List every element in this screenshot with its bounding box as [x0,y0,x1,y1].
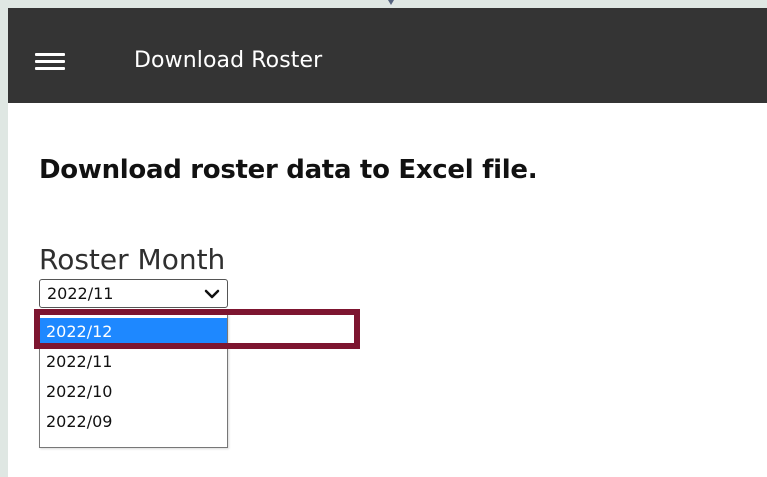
menu-line-top [35,53,65,56]
app-title: Download Roster [134,48,323,73]
dropdown-option-2022-10[interactable]: 2022/10 [40,378,227,406]
menu-line-bottom [35,67,65,70]
app-window: Download Roster Download roster data to … [8,8,767,477]
page-heading: Download roster data to Excel file. [39,155,538,185]
roster-month-label: Roster Month [39,243,226,276]
hamburger-menu-icon[interactable] [35,53,65,71]
top-marker-icon [388,0,394,5]
dropdown-option-2022-09[interactable]: 2022/09 [40,408,227,436]
selected-month-value: 2022/11 [47,284,114,303]
chevron-down-icon [204,289,220,299]
dropdown-option-2022-11[interactable]: 2022/11 [40,348,227,376]
menu-line-middle [35,60,65,63]
roster-month-select[interactable]: 2022/11 [39,279,228,308]
month-dropdown-list[interactable]: 2022/12 2022/11 2022/10 2022/09 [39,314,228,448]
app-bar: Download Roster [8,8,767,103]
dropdown-option-2022-12[interactable]: 2022/12 [40,318,227,346]
